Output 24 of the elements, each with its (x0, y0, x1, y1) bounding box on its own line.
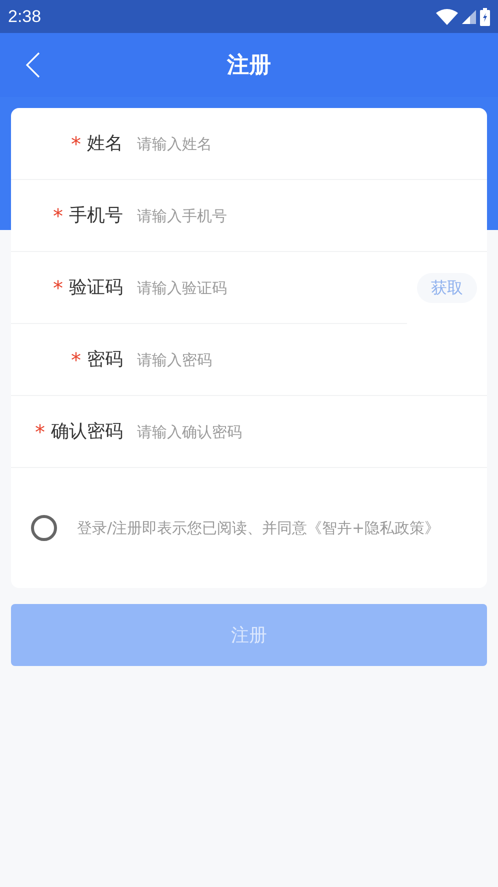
input-field[interactable]: 请输入确认密码 (137, 412, 487, 452)
back-icon (26, 52, 40, 78)
page-title: 注册 (227, 52, 271, 80)
get-code-button[interactable]: 获取 (417, 273, 477, 303)
input-field[interactable]: 请输入姓名 (137, 124, 487, 164)
status-time: 2:38 (8, 6, 42, 28)
required-mark: * (71, 130, 81, 158)
field-label: 姓名 (87, 132, 123, 156)
field-label: 手机号 (69, 204, 123, 228)
required-mark: * (35, 418, 45, 446)
battery-icon (480, 8, 490, 26)
wifi-icon (436, 8, 458, 24)
input-field[interactable]: 请输入验证码 (137, 268, 407, 308)
agree-checkbox[interactable] (31, 515, 57, 541)
required-mark: * (53, 202, 63, 230)
input-field[interactable]: 请输入手机号 (137, 196, 487, 236)
agreement-text: 登录/注册即表示您已阅读、并同意《智卉+隐私政策》 (77, 518, 440, 539)
input-field[interactable]: 请输入密码 (137, 340, 487, 380)
signal-icon (462, 10, 476, 24)
field-label: 确认密码 (51, 420, 123, 444)
field-label: 密码 (87, 348, 123, 372)
required-mark: * (71, 346, 81, 374)
required-mark: * (53, 274, 63, 302)
field-label: 验证码 (69, 276, 123, 300)
